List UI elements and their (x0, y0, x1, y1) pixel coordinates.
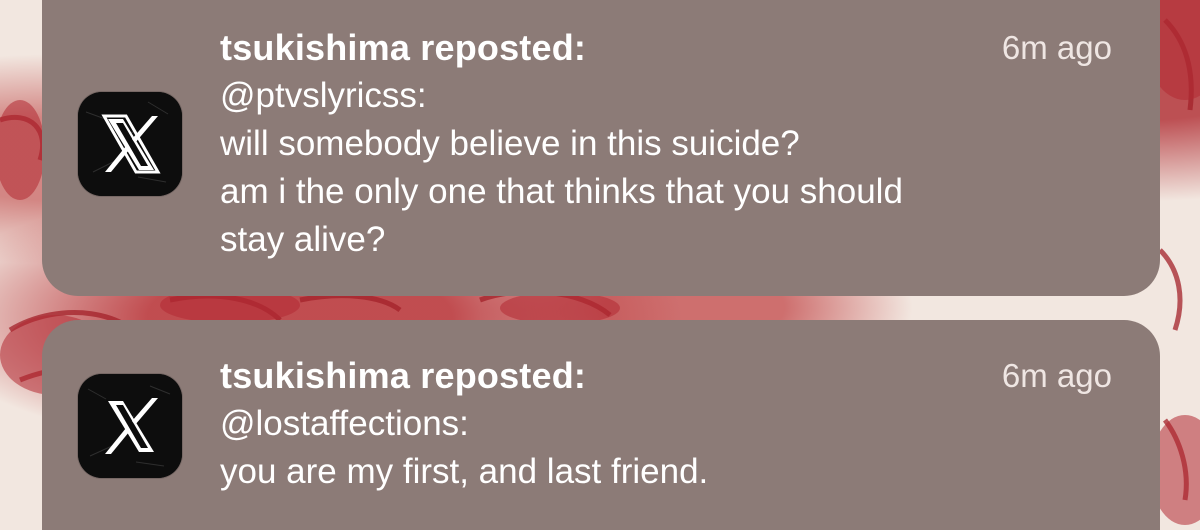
notification-card[interactable]: tsukishima reposted: 6m ago @ptvslyricss… (42, 0, 1160, 296)
notification-title: tsukishima reposted: (220, 27, 587, 68)
x-logo-icon (78, 374, 182, 478)
notification-time: 6m ago (1001, 29, 1112, 66)
notification-line: stay alive? (220, 220, 386, 259)
notification-title: tsukishima reposted: (220, 355, 587, 396)
notification-line: you are my first, and last friend. (220, 452, 709, 491)
notification-line: @ptvslyricss: (220, 76, 427, 115)
notification-line: am i the only one that thinks that you s… (220, 172, 903, 211)
notification-line: will somebody believe in this suicide? (220, 124, 800, 163)
notification-content: tsukishima reposted: 6m ago @ptvslyricss… (220, 24, 1112, 264)
notification-line: @lostaffections: (220, 404, 469, 443)
x-logo-icon (78, 92, 182, 196)
notification-content: tsukishima reposted: 6m ago @lostaffecti… (220, 352, 1112, 496)
notification-card[interactable]: tsukishima reposted: 6m ago @lostaffecti… (42, 320, 1160, 530)
notification-time: 6m ago (1001, 357, 1112, 394)
